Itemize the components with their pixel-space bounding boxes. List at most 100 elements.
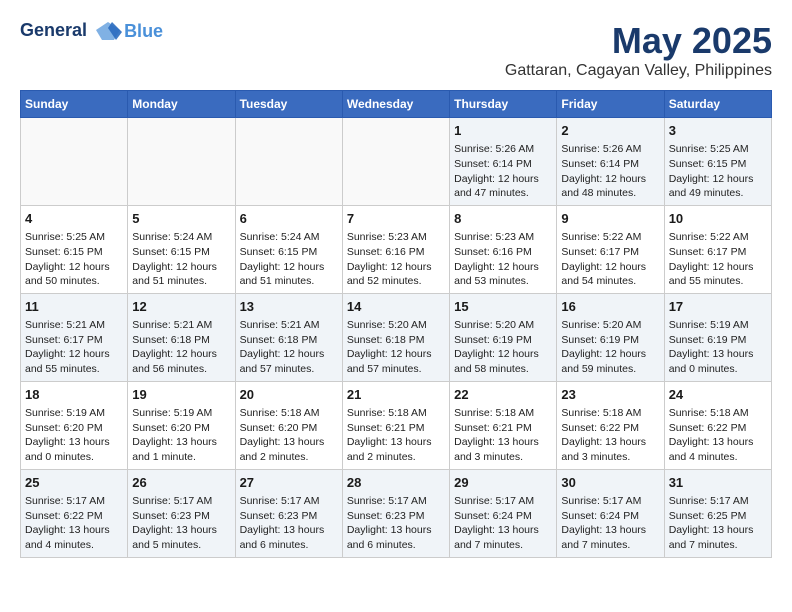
day-info-line: Sunset: 6:19 PM	[454, 333, 552, 348]
day-info-line: Daylight: 13 hours	[454, 523, 552, 538]
day-info-line: Daylight: 12 hours	[561, 260, 659, 275]
header-day: Monday	[128, 91, 235, 118]
day-info-line: Sunset: 6:16 PM	[454, 245, 552, 260]
calendar-cell: 21Sunrise: 5:18 AMSunset: 6:21 PMDayligh…	[342, 381, 449, 469]
calendar-cell	[128, 118, 235, 206]
day-info-line: Sunrise: 5:22 AM	[669, 230, 767, 245]
day-info-line: Sunset: 6:24 PM	[454, 509, 552, 524]
day-info-line: Daylight: 12 hours	[25, 347, 123, 362]
day-number: 16	[561, 298, 659, 316]
day-info-line: Sunset: 6:18 PM	[132, 333, 230, 348]
day-info-line: Daylight: 13 hours	[132, 435, 230, 450]
header-row: SundayMondayTuesdayWednesdayThursdayFrid…	[21, 91, 772, 118]
day-info-line: and 7 minutes.	[561, 538, 659, 553]
day-number: 28	[347, 474, 445, 492]
day-info-line: Sunrise: 5:19 AM	[132, 406, 230, 421]
calendar-cell: 13Sunrise: 5:21 AMSunset: 6:18 PMDayligh…	[235, 293, 342, 381]
day-info-line: Sunset: 6:22 PM	[561, 421, 659, 436]
logo: General Blue	[20, 20, 163, 42]
day-info-line: Sunset: 6:19 PM	[561, 333, 659, 348]
day-number: 10	[669, 210, 767, 228]
calendar-body: 1Sunrise: 5:26 AMSunset: 6:14 PMDaylight…	[21, 118, 772, 558]
day-info-line: and 57 minutes.	[240, 362, 338, 377]
day-info-line: and 53 minutes.	[454, 274, 552, 289]
day-info-line: and 1 minute.	[132, 450, 230, 465]
calendar-cell	[235, 118, 342, 206]
day-info-line: Sunrise: 5:18 AM	[561, 406, 659, 421]
day-info-line: Sunset: 6:23 PM	[347, 509, 445, 524]
day-info-line: Sunset: 6:20 PM	[240, 421, 338, 436]
day-info-line: Daylight: 12 hours	[561, 172, 659, 187]
day-number: 2	[561, 122, 659, 140]
day-info-line: and 4 minutes.	[669, 450, 767, 465]
calendar-cell: 19Sunrise: 5:19 AMSunset: 6:20 PMDayligh…	[128, 381, 235, 469]
day-info-line: Sunrise: 5:24 AM	[132, 230, 230, 245]
day-info-line: Sunset: 6:15 PM	[132, 245, 230, 260]
day-info-line: and 6 minutes.	[240, 538, 338, 553]
day-info-line: Daylight: 13 hours	[669, 523, 767, 538]
day-number: 3	[669, 122, 767, 140]
day-info-line: Sunset: 6:14 PM	[561, 157, 659, 172]
day-info-line: Daylight: 12 hours	[240, 347, 338, 362]
day-info-line: Daylight: 13 hours	[25, 523, 123, 538]
day-number: 4	[25, 210, 123, 228]
calendar-cell: 28Sunrise: 5:17 AMSunset: 6:23 PMDayligh…	[342, 469, 449, 557]
calendar-cell: 24Sunrise: 5:18 AMSunset: 6:22 PMDayligh…	[664, 381, 771, 469]
calendar-cell: 29Sunrise: 5:17 AMSunset: 6:24 PMDayligh…	[450, 469, 557, 557]
day-info-line: Sunrise: 5:19 AM	[669, 318, 767, 333]
day-info-line: Sunrise: 5:20 AM	[454, 318, 552, 333]
day-info-line: Sunset: 6:15 PM	[669, 157, 767, 172]
day-info-line: Daylight: 12 hours	[454, 172, 552, 187]
day-info-line: Sunset: 6:16 PM	[347, 245, 445, 260]
calendar-cell: 26Sunrise: 5:17 AMSunset: 6:23 PMDayligh…	[128, 469, 235, 557]
day-info-line: Daylight: 13 hours	[454, 435, 552, 450]
day-info-line: Daylight: 13 hours	[347, 523, 445, 538]
header-day: Sunday	[21, 91, 128, 118]
day-info-line: Sunset: 6:25 PM	[669, 509, 767, 524]
header-day: Saturday	[664, 91, 771, 118]
title-area: May 2025 Gattaran, Cagayan Valley, Phili…	[505, 20, 772, 80]
day-number: 1	[454, 122, 552, 140]
calendar-cell: 4Sunrise: 5:25 AMSunset: 6:15 PMDaylight…	[21, 205, 128, 293]
day-number: 24	[669, 386, 767, 404]
day-info-line: Daylight: 13 hours	[25, 435, 123, 450]
day-info-line: and 58 minutes.	[454, 362, 552, 377]
day-info-line: Sunset: 6:17 PM	[561, 245, 659, 260]
day-info-line: Sunset: 6:17 PM	[669, 245, 767, 260]
calendar-week-row: 1Sunrise: 5:26 AMSunset: 6:14 PMDaylight…	[21, 118, 772, 206]
day-info-line: and 54 minutes.	[561, 274, 659, 289]
day-info-line: Daylight: 12 hours	[561, 347, 659, 362]
day-number: 11	[25, 298, 123, 316]
day-info-line: Daylight: 12 hours	[132, 347, 230, 362]
day-info-line: Daylight: 13 hours	[669, 435, 767, 450]
day-info-line: Sunrise: 5:17 AM	[454, 494, 552, 509]
day-info-line: Daylight: 12 hours	[454, 347, 552, 362]
day-info-line: Sunset: 6:20 PM	[25, 421, 123, 436]
calendar-cell: 14Sunrise: 5:20 AMSunset: 6:18 PMDayligh…	[342, 293, 449, 381]
day-info-line: Sunrise: 5:18 AM	[669, 406, 767, 421]
header-day: Thursday	[450, 91, 557, 118]
header-day: Tuesday	[235, 91, 342, 118]
day-info-line: and 55 minutes.	[25, 362, 123, 377]
day-info-line: and 0 minutes.	[669, 362, 767, 377]
day-number: 15	[454, 298, 552, 316]
day-number: 27	[240, 474, 338, 492]
day-number: 6	[240, 210, 338, 228]
calendar-cell: 12Sunrise: 5:21 AMSunset: 6:18 PMDayligh…	[128, 293, 235, 381]
day-info-line: Sunset: 6:18 PM	[347, 333, 445, 348]
day-info-line: and 49 minutes.	[669, 186, 767, 201]
day-info-line: Daylight: 13 hours	[132, 523, 230, 538]
subtitle: Gattaran, Cagayan Valley, Philippines	[505, 62, 772, 80]
day-info-line: Sunrise: 5:20 AM	[561, 318, 659, 333]
day-info-line: Sunrise: 5:18 AM	[347, 406, 445, 421]
day-info-line: Sunset: 6:21 PM	[454, 421, 552, 436]
day-info-line: Sunrise: 5:17 AM	[25, 494, 123, 509]
day-info-line: Daylight: 12 hours	[25, 260, 123, 275]
day-number: 17	[669, 298, 767, 316]
day-number: 12	[132, 298, 230, 316]
day-number: 21	[347, 386, 445, 404]
day-info-line: and 4 minutes.	[25, 538, 123, 553]
day-info-line: and 52 minutes.	[347, 274, 445, 289]
day-number: 5	[132, 210, 230, 228]
calendar-cell: 9Sunrise: 5:22 AMSunset: 6:17 PMDaylight…	[557, 205, 664, 293]
